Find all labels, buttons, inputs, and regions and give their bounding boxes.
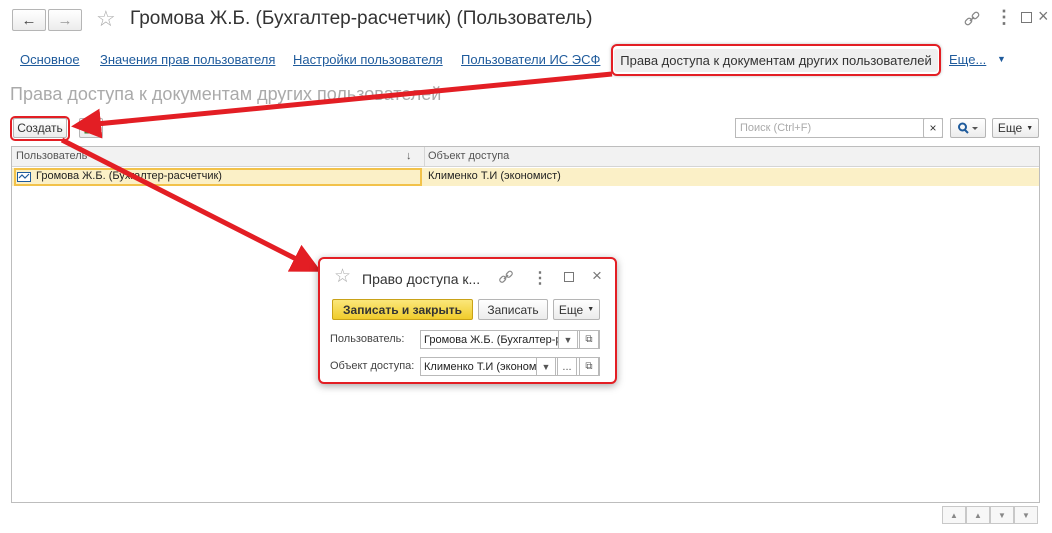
object-open-button[interactable]: ⧉: [579, 358, 599, 375]
open-window-icon: ⧉: [585, 334, 593, 345]
save-and-close-label: Записать и закрыть: [343, 302, 462, 317]
search-input[interactable]: Поиск (Ctrl+F): [735, 118, 943, 138]
table-row[interactable]: Громова Ж.Б. (Бухгалтер-расчетчик) Климе…: [12, 168, 1039, 186]
search-clear-button[interactable]: ×: [923, 118, 943, 138]
cell-object: Клименко Т.И (экономист): [428, 170, 561, 182]
first-page-button[interactable]: ▲: [942, 506, 966, 524]
tab-document-access[interactable]: Права доступа к документам других пользо…: [611, 44, 941, 76]
record-icon: [17, 172, 31, 182]
open-window-icon: ⧉: [585, 361, 593, 372]
star-outline-icon[interactable]: ☆: [96, 6, 116, 32]
vertical-dots-icon[interactable]: ⋮: [532, 268, 548, 288]
sort-arrow-icon: ↓: [406, 150, 412, 162]
tab-more[interactable]: Еще...: [949, 52, 986, 67]
create-button[interactable]: Создать: [13, 118, 67, 138]
dialog-more-label: Еще: [558, 302, 584, 317]
save-label: Записать: [487, 302, 539, 317]
vertical-dots-icon[interactable]: ⋮: [995, 8, 1013, 26]
chevron-down-icon: ▼: [563, 334, 573, 345]
chevron-down-icon: ▼: [587, 306, 595, 313]
maximize-icon[interactable]: [564, 272, 574, 282]
search-placeholder: Поиск (Ctrl+F): [740, 122, 812, 134]
next-page-button[interactable]: ▼: [990, 506, 1014, 524]
copy-doc-icon: [84, 122, 98, 134]
object-dropdown-button[interactable]: ▼: [536, 358, 556, 375]
more-button-label: Еще: [997, 121, 1023, 135]
chevron-down-icon: ▼: [1026, 124, 1034, 132]
arrow-left-icon: ←: [21, 11, 37, 29]
object-select-button[interactable]: ...: [557, 358, 577, 375]
tab-esf-users[interactable]: Пользователи ИС ЭСФ: [461, 52, 600, 67]
close-icon[interactable]: ×: [1038, 6, 1049, 27]
table-header: Пользователь ↓ Объект доступа: [12, 147, 1039, 167]
object-field[interactable]: Клименко Т.И (эконом ▼ ... ⧉: [420, 357, 600, 376]
back-button[interactable]: ←: [12, 9, 46, 31]
column-header-user[interactable]: Пользователь: [16, 150, 87, 162]
save-and-close-button[interactable]: Записать и закрыть: [332, 299, 473, 320]
section-title: Права доступа к документам других пользо…: [10, 84, 442, 104]
chevron-down-icon[interactable]: ▼: [997, 54, 1006, 64]
search-button[interactable]: [950, 118, 986, 138]
user-open-button[interactable]: ⧉: [579, 331, 599, 348]
copy-button[interactable]: [79, 118, 103, 138]
search-icon: [958, 122, 978, 134]
tab-rights-values[interactable]: Значения прав пользователя: [100, 52, 275, 67]
link-icon[interactable]: [498, 269, 514, 285]
chevron-down-icon: ▼: [541, 361, 551, 372]
tab-document-access-label: Права доступа к документам других пользо…: [614, 48, 938, 72]
ellipsis-icon: ...: [562, 360, 572, 373]
page-title: Громова Ж.Б. (Бухгалтер-расчетчик) (Поль…: [130, 8, 593, 29]
user-field[interactable]: Громова Ж.Б. (Бухгалтер-р ▼ ⧉: [420, 330, 600, 349]
more-button[interactable]: Еще ▼: [992, 118, 1039, 138]
dialog-more-button[interactable]: Еще ▼: [553, 299, 600, 320]
forward-button[interactable]: →: [48, 9, 82, 31]
star-outline-icon[interactable]: ☆: [334, 265, 351, 288]
object-field-label: Объект доступа:: [330, 360, 415, 372]
save-button[interactable]: Записать: [478, 299, 548, 320]
maximize-icon[interactable]: [1021, 12, 1032, 23]
create-button-label: Создать: [17, 121, 63, 135]
tab-user-settings[interactable]: Настройки пользователя: [293, 52, 443, 67]
access-right-dialog: ☆ Право доступа к... ⋮ × Записать и закр…: [318, 257, 617, 384]
prev-page-button[interactable]: ▲: [966, 506, 990, 524]
arrow-right-icon: →: [57, 11, 73, 29]
tab-main[interactable]: Основное: [20, 52, 80, 67]
link-icon[interactable]: [963, 10, 981, 28]
clear-icon: ×: [929, 121, 937, 135]
cell-user: Громова Ж.Б. (Бухгалтер-расчетчик): [36, 170, 222, 182]
column-header-object[interactable]: Объект доступа: [428, 150, 509, 162]
user-field-label: Пользователь:: [330, 333, 405, 345]
close-icon[interactable]: ×: [592, 266, 602, 286]
user-dropdown-button[interactable]: ▼: [558, 331, 578, 348]
dialog-title: Право доступа к...: [362, 271, 481, 287]
last-page-button[interactable]: ▼: [1014, 506, 1038, 524]
